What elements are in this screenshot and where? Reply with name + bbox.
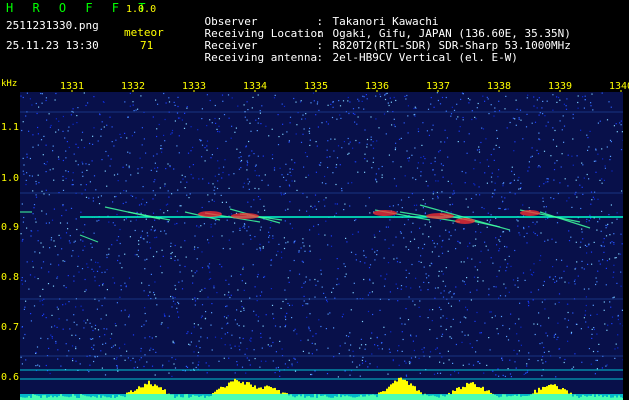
header-panel: H R O F F T 1.0.0 2511231330.png 25.11.2… <box>0 0 629 78</box>
meteor-echo <box>426 213 454 219</box>
meteor-echo <box>373 210 397 216</box>
spectrogram-background <box>20 92 623 400</box>
freq-tick-label: 0.8 <box>1 272 19 283</box>
info-value: 2el-HB9CV Vertical (el. E-W) <box>332 51 518 64</box>
meteor-echo <box>198 211 222 217</box>
meteor-count: 71 <box>140 39 154 52</box>
info-key: Receiving antenna <box>204 51 318 64</box>
spectrogram <box>20 92 623 400</box>
histogram-base <box>20 394 623 400</box>
file-name: 2511231330.png <box>6 19 99 32</box>
freq-tick-label: 0.9 <box>1 222 19 233</box>
freq-tick-label: 1.1 <box>1 122 19 133</box>
meteor-echo <box>231 213 259 219</box>
time-tick-label: 1340 <box>609 81 629 92</box>
capture-datetime: 25.11.23 13:30 <box>6 39 99 52</box>
app-version: 1.0.0 <box>126 4 157 15</box>
info-antenna: Receiving antenna: 2el-HB9CV Vertical (el… <box>204 51 518 64</box>
frequency-axis: kHz 1.1 1.0 0.9 0.8 0.7 0.6 <box>1 79 19 383</box>
freq-tick-label: 1.0 <box>1 173 19 184</box>
meteor-echo <box>455 218 475 224</box>
freq-tick-label: 0.7 <box>1 322 19 333</box>
unit-label: kHz <box>1 79 17 89</box>
meteor-echo <box>520 210 540 216</box>
meteor-label: meteor <box>124 26 164 39</box>
freq-tick-label: 0.6 <box>1 372 19 383</box>
time-axis: 1331133213331334133513361337133813391340 <box>60 81 629 92</box>
